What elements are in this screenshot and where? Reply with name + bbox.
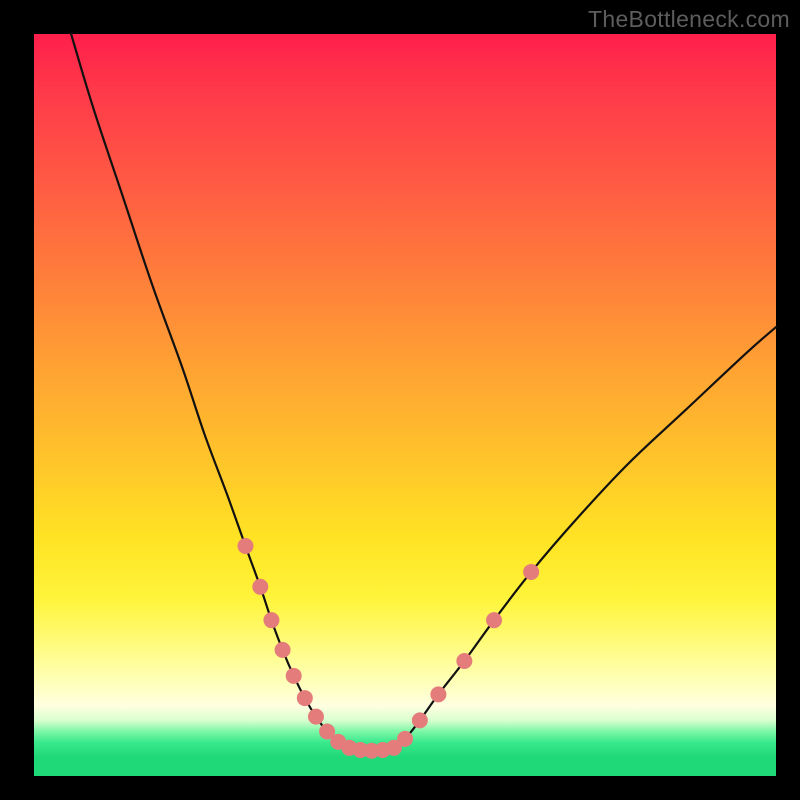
data-marker — [275, 642, 291, 658]
data-marker — [430, 686, 446, 702]
data-marker — [523, 564, 539, 580]
data-marker — [286, 668, 302, 684]
chart-svg — [34, 34, 776, 776]
data-marker — [252, 579, 268, 595]
data-marker — [412, 712, 428, 728]
data-markers — [237, 538, 539, 759]
watermark-text: TheBottleneck.com — [588, 6, 790, 33]
data-marker — [263, 612, 279, 628]
plot-area — [34, 34, 776, 776]
data-marker — [308, 709, 324, 725]
data-marker — [397, 731, 413, 747]
chart-frame: TheBottleneck.com — [0, 0, 800, 800]
curve-right-branch — [394, 327, 776, 748]
data-marker — [456, 653, 472, 669]
data-marker — [486, 612, 502, 628]
curve-left-branch — [71, 34, 349, 748]
data-marker — [237, 538, 253, 554]
data-marker — [297, 690, 313, 706]
